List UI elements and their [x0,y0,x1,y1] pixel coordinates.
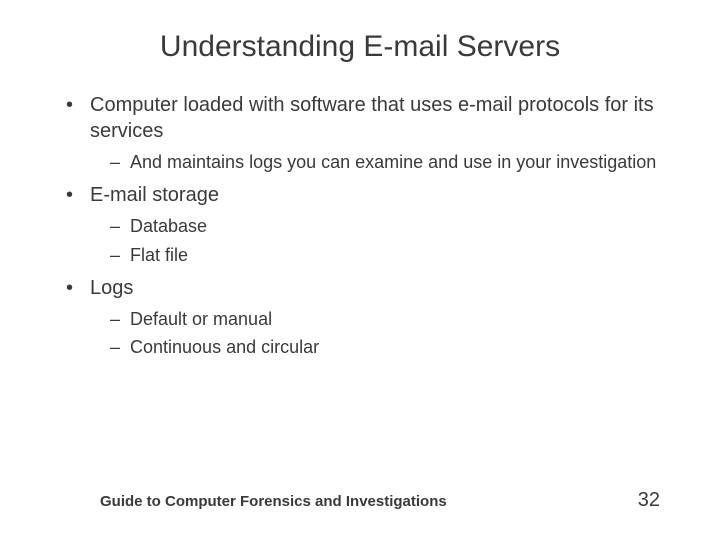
sub-list: Database Flat file [90,214,670,267]
list-item: Flat file [110,243,670,267]
bullet-text: E-mail storage [90,184,219,206]
sub-list: And maintains logs you can examine and u… [90,150,670,174]
bullet-text: Computer loaded with software that uses … [90,94,654,142]
sub-list: Default or manual Continuous and circula… [90,307,670,360]
bullet-list: Computer loaded with software that uses … [50,92,670,359]
slide-content: Computer loaded with software that uses … [50,92,670,359]
bullet-text: Logs [90,277,133,299]
list-item: Database [110,214,670,238]
slide-title: Understanding E-mail Servers [50,30,670,64]
list-item: E-mail storage Database Flat file [62,182,670,267]
list-item: Continuous and circular [110,335,670,359]
page-number: 32 [638,489,660,512]
list-item: Computer loaded with software that uses … [62,92,670,174]
slide-footer: Guide to Computer Forensics and Investig… [100,489,660,512]
list-item: Default or manual [110,307,670,331]
footer-text: Guide to Computer Forensics and Investig… [100,493,447,510]
list-item: And maintains logs you can examine and u… [110,150,670,174]
list-item: Logs Default or manual Continuous and ci… [62,275,670,360]
